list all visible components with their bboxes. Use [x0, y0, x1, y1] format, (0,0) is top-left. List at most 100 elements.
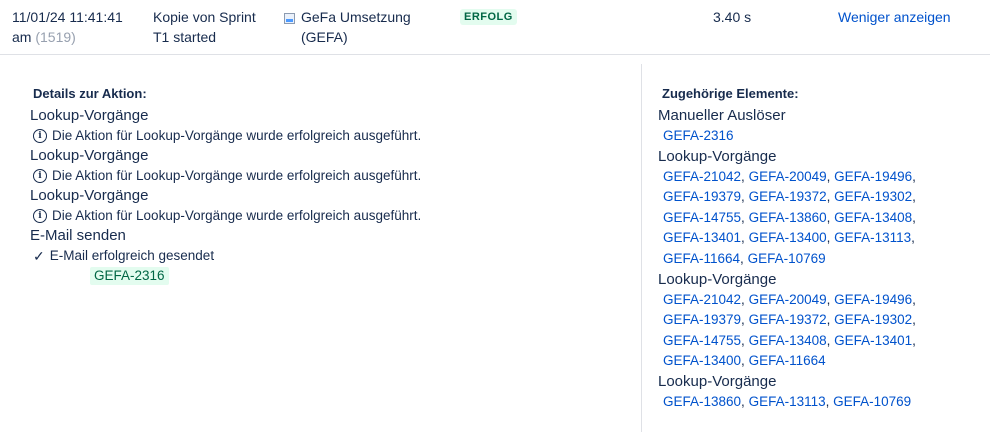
related-link-row: GEFA-19379, GEFA-19372, GEFA-19302,: [663, 187, 978, 208]
action-heading: Lookup-Vorgänge: [30, 187, 149, 204]
project-icon: [284, 13, 295, 24]
related-group-heading: Lookup-Vorgänge: [658, 147, 777, 165]
related-link-row: GEFA-14755, GEFA-13408, GEFA-13401,: [663, 331, 978, 352]
separator: ,: [826, 291, 835, 307]
issue-link[interactable]: GEFA-19372: [749, 312, 827, 327]
related-group-links: GEFA-2316: [658, 126, 978, 147]
execution-count: (1519): [35, 29, 76, 45]
related-group-links: GEFA-13860, GEFA-13113, GEFA-10769: [658, 392, 978, 413]
action-message-text: Die Aktion für Lookup-Vorgänge wurde erf…: [52, 128, 422, 143]
issue-link[interactable]: GEFA-13408: [749, 333, 827, 348]
issue-link[interactable]: GEFA-13400: [663, 353, 741, 368]
action-details-list: Lookup-Vorgänge i Die Aktion für Lookup-…: [30, 106, 630, 285]
separator: ,: [826, 230, 835, 246]
project-name: GeFa Umsetzung (GEFA): [301, 7, 411, 47]
separator: ,: [826, 209, 835, 225]
issue-link[interactable]: GEFA-11664: [663, 251, 740, 266]
check-icon: ✓: [33, 248, 45, 264]
related-group-heading: Lookup-Vorgänge: [658, 270, 777, 288]
issue-link[interactable]: GEFA-13860: [749, 210, 827, 225]
separator: ,: [826, 189, 835, 205]
related-link-row: GEFA-13401, GEFA-13400, GEFA-13113,: [663, 228, 978, 249]
related-link-row: GEFA-2316: [663, 126, 978, 147]
separator: ,: [912, 209, 916, 225]
issue-link[interactable]: GEFA-13860: [663, 394, 741, 409]
separator: ,: [826, 312, 835, 328]
issue-link[interactable]: GEFA-19302: [834, 189, 912, 204]
issue-link[interactable]: GEFA-13113: [749, 394, 826, 409]
separator: ,: [740, 250, 748, 266]
issue-link[interactable]: GEFA-19496: [834, 292, 912, 307]
separator: ,: [912, 291, 916, 307]
separator: ,: [912, 189, 916, 205]
issue-link[interactable]: GEFA-13401: [663, 230, 741, 245]
rule-name-line1: Kopie von Sprint: [153, 9, 256, 25]
issue-link[interactable]: GEFA-19379: [663, 189, 741, 204]
rule-name: Kopie von Sprint T1 started: [153, 7, 273, 47]
separator: ,: [741, 393, 749, 409]
issue-link[interactable]: GEFA-14755: [663, 210, 741, 225]
issue-link[interactable]: GEFA-20049: [749, 169, 827, 184]
related-link-row: GEFA-21042, GEFA-20049, GEFA-19496,: [663, 167, 978, 188]
action-message: i Die Aktion für Lookup-Vorgänge wurde e…: [30, 166, 630, 186]
related-group-links: GEFA-21042, GEFA-20049, GEFA-19496, GEFA-…: [658, 167, 978, 270]
related-link-row: GEFA-13860, GEFA-13113, GEFA-10769: [663, 392, 978, 413]
separator: ,: [911, 230, 915, 246]
action-message-text: Die Aktion für Lookup-Vorgänge wurde erf…: [52, 208, 422, 223]
separator: ,: [826, 168, 835, 184]
separator: ,: [912, 312, 916, 328]
action-message: ✓ E-Mail erfolgreich gesendet: [30, 246, 630, 266]
related-link-row: GEFA-13400, GEFA-11664: [663, 351, 978, 372]
timestamp: 11/01/24 11:41:41 am (1519): [12, 7, 137, 47]
separator: ,: [741, 332, 749, 348]
issue-link[interactable]: GEFA-14755: [663, 333, 741, 348]
related-items-list: Manueller Auslöser GEFA-2316 Lookup-Vorgän…: [658, 106, 978, 413]
timestamp-suffix: am: [12, 29, 32, 45]
action-heading: E-Mail senden: [30, 227, 126, 244]
issue-link[interactable]: GEFA-19372: [749, 189, 827, 204]
issue-link[interactable]: GEFA-21042: [663, 169, 741, 184]
rule-name-line2: T1 started: [153, 29, 217, 45]
issue-link[interactable]: GEFA-19496: [834, 169, 912, 184]
issue-link[interactable]: GEFA-21042: [663, 292, 741, 307]
issue-link[interactable]: GEFA-13408: [834, 210, 912, 225]
action-heading: Lookup-Vorgänge: [30, 147, 149, 164]
issue-link[interactable]: GEFA-13401: [834, 333, 912, 348]
project-name-line1: GeFa Umsetzung: [301, 9, 411, 25]
issue-link[interactable]: GEFA-10769: [748, 251, 826, 266]
action-heading: Lookup-Vorgänge: [30, 107, 149, 124]
related-link-row: GEFA-21042, GEFA-20049, GEFA-19496,: [663, 290, 978, 311]
info-icon: i: [33, 209, 47, 223]
related-group-heading: Manueller Auslöser: [658, 107, 786, 124]
show-less-link[interactable]: Weniger anzeigen: [838, 7, 951, 27]
related-group-links: GEFA-21042, GEFA-20049, GEFA-19496, GEFA-…: [658, 290, 978, 372]
issue-link[interactable]: GEFA-11664: [749, 353, 826, 368]
action-details-title: Details zur Aktion:: [33, 86, 147, 101]
issue-link[interactable]: GEFA-19379: [663, 312, 741, 327]
separator: ,: [825, 393, 834, 409]
email-issue-tag[interactable]: GEFA-2316: [90, 267, 169, 285]
issue-link[interactable]: GEFA-13113: [834, 230, 911, 245]
issue-link[interactable]: GEFA-2316: [663, 128, 734, 143]
audit-log-row: 11/01/24 11:41:41 am (1519) Kopie von Sp…: [0, 0, 990, 55]
action-message-text: E-Mail erfolgreich gesendet: [49, 248, 215, 263]
separator: ,: [912, 332, 916, 348]
related-link-row: GEFA-11664, GEFA-10769: [663, 249, 978, 270]
related-link-row: GEFA-19379, GEFA-19372, GEFA-19302,: [663, 310, 978, 331]
separator: ,: [741, 291, 749, 307]
issue-link[interactable]: GEFA-13400: [749, 230, 827, 245]
separator: ,: [741, 189, 749, 205]
separator: ,: [741, 230, 749, 246]
separator: ,: [912, 168, 916, 184]
issue-link[interactable]: GEFA-10769: [833, 394, 911, 409]
project-cell: GeFa Umsetzung (GEFA): [284, 7, 434, 47]
issue-link[interactable]: GEFA-19302: [834, 312, 912, 327]
separator: ,: [741, 209, 749, 225]
separator: ,: [826, 332, 835, 348]
info-icon: i: [33, 129, 47, 143]
separator: ,: [741, 353, 749, 369]
separator: ,: [741, 168, 749, 184]
issue-link[interactable]: GEFA-20049: [749, 292, 827, 307]
related-link-row: GEFA-14755, GEFA-13860, GEFA-13408,: [663, 208, 978, 229]
status-badge: ERFOLG: [460, 9, 517, 25]
